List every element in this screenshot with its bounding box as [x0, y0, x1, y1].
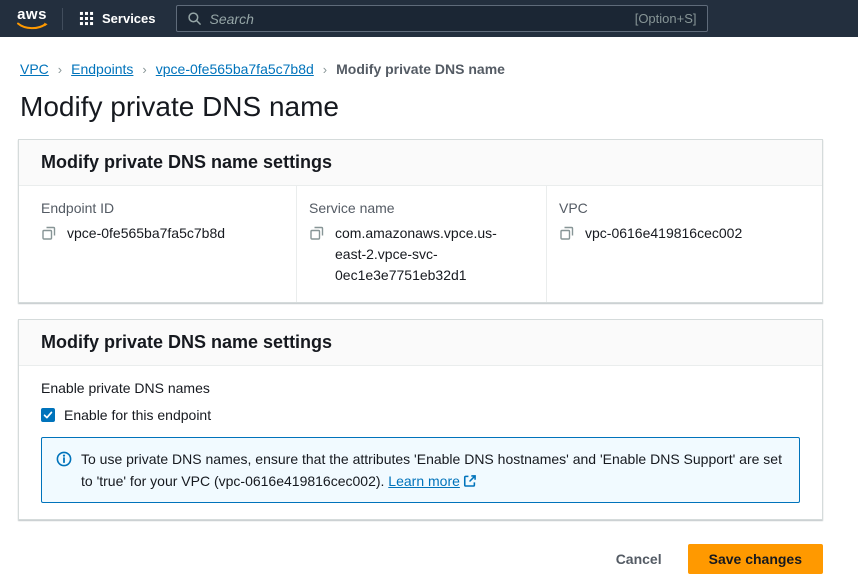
copy-endpoint-id-button[interactable]: [41, 224, 57, 242]
field-vpc: VPC vpc-0616e419816cec002: [547, 186, 822, 302]
search-box[interactable]: [Option+S]: [176, 5, 708, 32]
vpc-label: VPC: [559, 200, 806, 216]
services-menu-button[interactable]: Services: [77, 7, 158, 30]
breadcrumb-separator: ›: [58, 62, 62, 77]
endpoint-id-label: Endpoint ID: [41, 200, 280, 216]
settings-card-header: Modify private DNS name settings: [19, 320, 822, 366]
copy-icon: [41, 225, 57, 241]
services-label: Services: [102, 11, 156, 26]
copy-icon: [309, 225, 325, 241]
vpc-value-row: vpc-0616e419816cec002: [559, 223, 806, 244]
endpoint-id-value: vpce-0fe565ba7fa5c7b8d: [67, 223, 225, 244]
topbar: aws Services [Option+S]: [0, 0, 858, 37]
breadcrumb-vpc[interactable]: VPC: [20, 61, 49, 77]
external-link-icon: [463, 475, 477, 491]
vpc-value: vpc-0616e419816cec002: [585, 223, 742, 244]
breadcrumb: VPC › Endpoints › vpce-0fe565ba7fa5c7b8d…: [0, 37, 858, 77]
search-icon: [187, 11, 202, 26]
endpoint-id-value-row: vpce-0fe565ba7fa5c7b8d: [41, 223, 280, 244]
service-name-value: com.amazonaws.vpce.us-east-2.vpce-svc-0e…: [335, 223, 518, 286]
copy-service-name-button[interactable]: [309, 224, 325, 242]
private-dns-info-alert: To use private DNS names, ensure that th…: [41, 437, 800, 503]
alert-text: To use private DNS names, ensure that th…: [81, 448, 783, 492]
enable-endpoint-checkbox[interactable]: [41, 408, 55, 422]
settings-card-body: Enable private DNS names Enable for this…: [19, 366, 822, 519]
summary-card-header: Modify private DNS name settings: [19, 140, 822, 186]
save-changes-button[interactable]: Save changes: [688, 544, 823, 574]
breadcrumb-current-page: Modify private DNS name: [336, 61, 505, 77]
summary-card: Modify private DNS name settings Endpoin…: [18, 139, 823, 303]
learn-more-link[interactable]: Learn more: [388, 473, 477, 489]
aws-logo-text: aws: [17, 8, 47, 22]
cancel-button[interactable]: Cancel: [616, 545, 662, 573]
breadcrumb-endpoints[interactable]: Endpoints: [71, 61, 133, 77]
aws-logo[interactable]: aws: [16, 8, 48, 30]
enable-endpoint-checkbox-label: Enable for this endpoint: [64, 407, 211, 423]
learn-more-label: Learn more: [388, 473, 460, 489]
copy-vpc-id-button[interactable]: [559, 224, 575, 242]
breadcrumb-endpoint-id[interactable]: vpce-0fe565ba7fa5c7b8d: [156, 61, 314, 77]
field-endpoint-id: Endpoint ID vpce-0fe565ba7fa5c7b8d: [19, 186, 297, 302]
search-shortcut-hint: [Option+S]: [635, 11, 697, 26]
summary-card-title: Modify private DNS name settings: [41, 152, 800, 173]
settings-card: Modify private DNS name settings Enable …: [18, 319, 823, 520]
field-service-name: Service name com.amazonaws.vpce.us-east-…: [297, 186, 547, 302]
services-grid-icon: [79, 11, 94, 26]
search-input[interactable]: [210, 11, 635, 27]
service-name-value-row: com.amazonaws.vpce.us-east-2.vpce-svc-0e…: [309, 223, 518, 286]
settings-card-title: Modify private DNS name settings: [41, 332, 800, 353]
service-name-label: Service name: [309, 200, 518, 216]
page-title: Modify private DNS name: [20, 91, 858, 123]
main-content: VPC › Endpoints › vpce-0fe565ba7fa5c7b8d…: [0, 37, 858, 574]
breadcrumb-separator: ›: [142, 62, 146, 77]
aws-smile-icon: [16, 22, 48, 30]
checkmark-icon: [42, 409, 54, 421]
info-icon: [56, 448, 72, 492]
breadcrumb-separator: ›: [323, 62, 327, 77]
footer-actions: Cancel Save changes: [0, 544, 823, 574]
enable-endpoint-checkbox-row[interactable]: Enable for this endpoint: [41, 407, 800, 423]
enable-private-dns-label: Enable private DNS names: [41, 380, 800, 396]
topbar-divider: [62, 8, 63, 30]
copy-icon: [559, 225, 575, 241]
summary-card-body: Endpoint ID vpce-0fe565ba7fa5c7b8d Se: [19, 186, 822, 302]
